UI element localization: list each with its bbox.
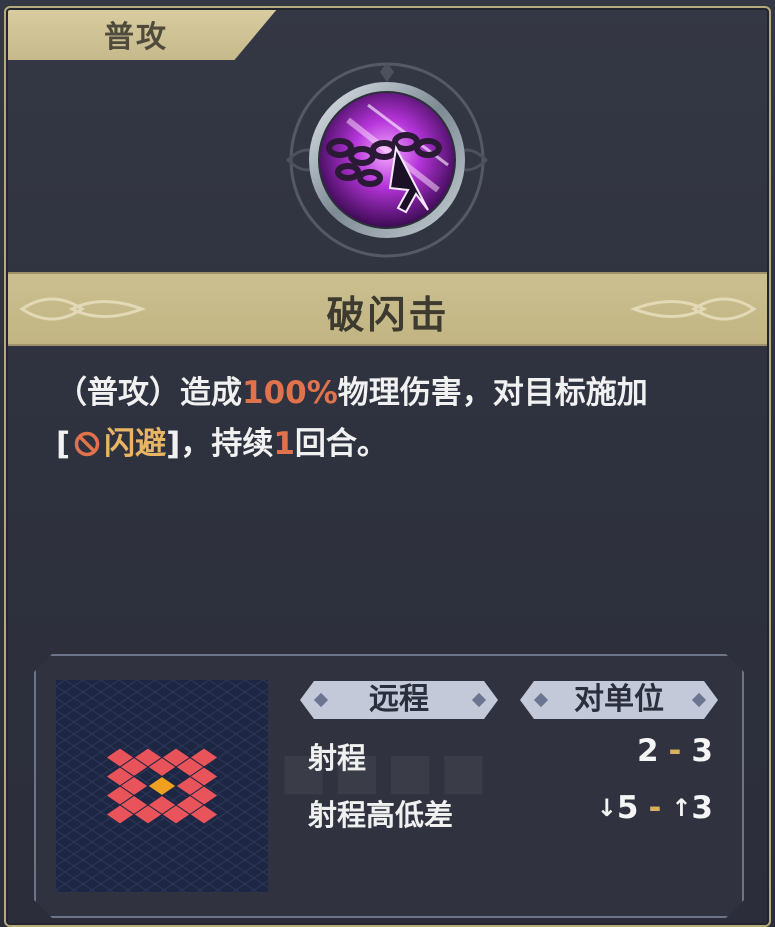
bracket-open: [ — [56, 426, 71, 462]
skill-type-label: 普攻 — [104, 20, 168, 55]
desc-suffix: 物理伤害，对目标施加 — [337, 375, 648, 411]
range-value: 2-3 — [637, 733, 713, 769]
duration-prefix: ，持续 — [180, 426, 274, 462]
target-type-text: 对单位 — [574, 682, 664, 717]
no-entry-icon — [74, 431, 100, 457]
damage-percent: 100% — [242, 375, 338, 411]
range-min: 2 — [636, 733, 659, 769]
duration-value: 1 — [273, 426, 295, 462]
height-dash: - — [648, 790, 662, 826]
skill-tooltip-panel: 普攻 破闪击 （普攻）造成100%物理伤害，对目标施加 [闪避]，持续1回合。… — [0, 0, 775, 927]
skill-name: 破闪击 — [326, 293, 450, 337]
range-pattern-grid — [56, 680, 268, 892]
bracket-close: ] — [166, 426, 181, 462]
chain-arrow-skill-icon — [285, 62, 489, 258]
height-down: 5 — [616, 790, 639, 826]
range-type-tag: 远程 — [300, 681, 498, 719]
range-max: 3 — [691, 733, 713, 769]
arrow-up-icon: ↑ — [671, 794, 692, 822]
range-label: 射程 — [308, 741, 367, 775]
status-effect-link[interactable]: 闪避 — [104, 426, 166, 462]
skill-description: （普攻）造成100%物理伤害，对目标施加 [ 闪避]，持续1回合。 — [56, 368, 746, 470]
height-diff-label: 射程高低差 — [308, 798, 454, 832]
height-up: 3 — [691, 790, 713, 826]
height-diff-value: ↓5- ↑3 — [597, 790, 713, 826]
range-dash: - — [668, 733, 682, 769]
range-type-text: 远程 — [369, 682, 429, 717]
skill-name-band: 破闪击 — [6, 272, 770, 346]
desc-prefix: （普攻）造成 — [56, 375, 242, 411]
target-type-tag: 对单位 — [520, 681, 718, 719]
arrow-down-icon: ↓ — [596, 794, 617, 822]
duration-suffix: 回合。 — [294, 426, 388, 462]
